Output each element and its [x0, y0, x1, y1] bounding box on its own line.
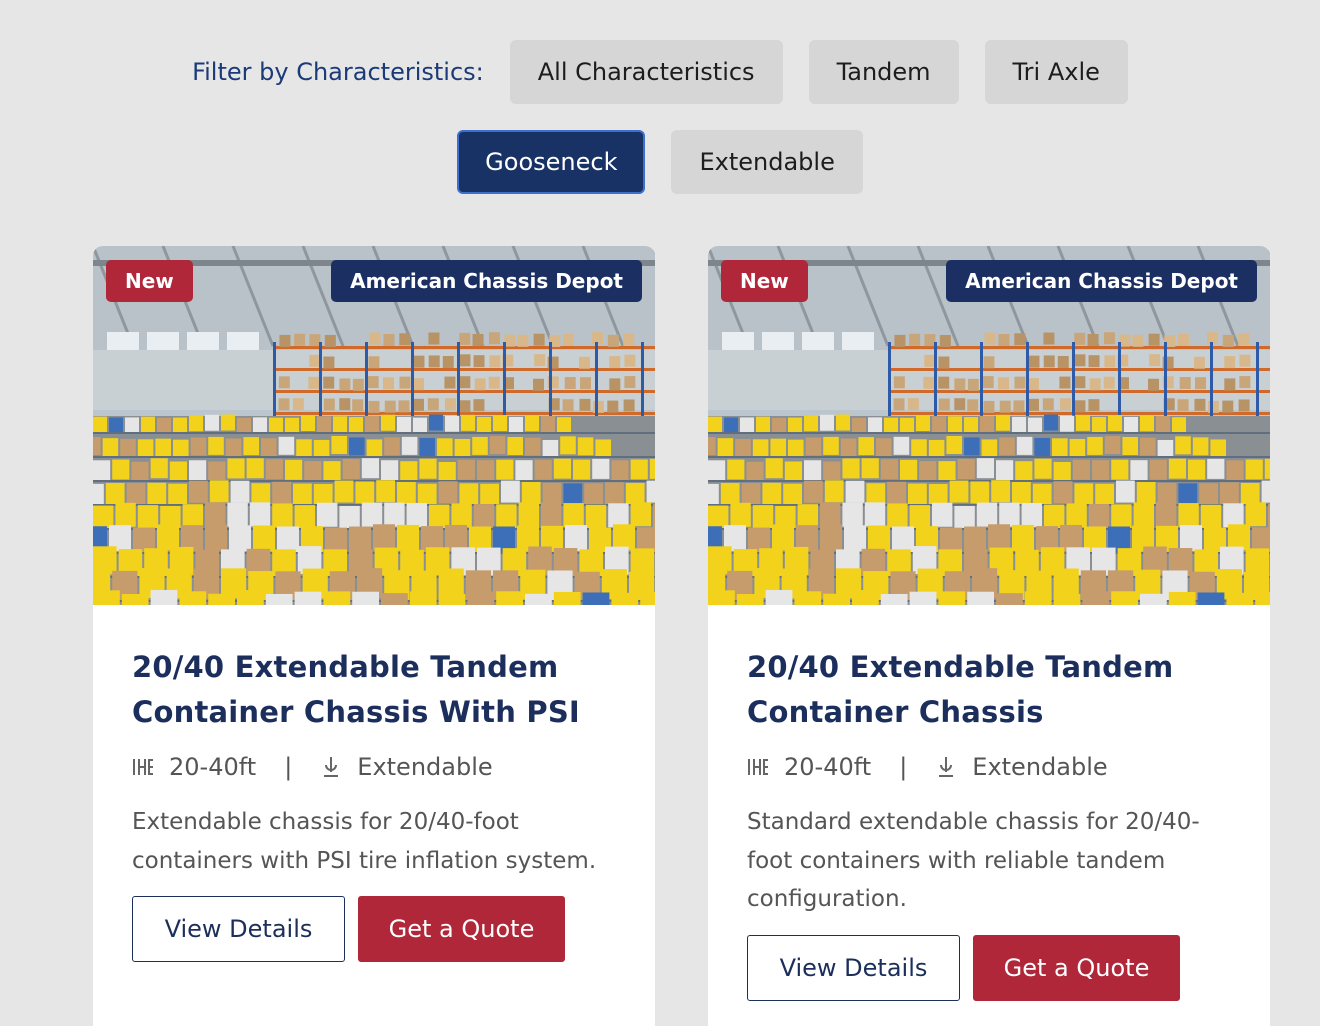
product-card: New American Chassis Depot 20/40 Extenda…: [93, 246, 655, 1026]
product-description: Standard extendable chassis for 20/40-fo…: [747, 809, 1200, 912]
view-details-button[interactable]: View Details: [132, 896, 345, 962]
spec-separator: |: [284, 753, 293, 781]
product-image[interactable]: New American Chassis Depot: [93, 246, 655, 605]
dealer-badge: American Chassis Depot: [946, 260, 1257, 302]
filter-chip-all[interactable]: All Characteristics: [509, 40, 783, 104]
spec-separator: |: [899, 753, 908, 781]
product-title[interactable]: 20/40 Extendable Tandem Container Chassi…: [747, 645, 1231, 735]
type-value: Extendable: [972, 753, 1108, 781]
length-value: 20-40ft: [169, 753, 257, 781]
card-actions: View Details Get a Quote: [747, 934, 1231, 1001]
filter-bar-row-2: Gooseneck Extendable: [0, 130, 1320, 194]
product-image[interactable]: New American Chassis Depot: [708, 246, 1270, 605]
filter-chip-extendable[interactable]: Extendable: [671, 130, 863, 194]
product-title[interactable]: 20/40 Extendable Tandem Container Chassi…: [132, 645, 616, 735]
product-card: New American Chassis Depot 20/40 Extenda…: [708, 246, 1270, 1026]
new-badge: New: [106, 260, 193, 302]
view-details-button[interactable]: View Details: [747, 934, 960, 1001]
filter-chip-tri-axle[interactable]: Tri Axle: [984, 40, 1128, 104]
filter-chip-gooseneck[interactable]: Gooseneck: [457, 130, 646, 194]
card-body: 20/40 Extendable Tandem Container Chassi…: [708, 605, 1270, 1001]
dealer-badge: American Chassis Depot: [331, 260, 642, 302]
extendable-icon: [935, 756, 957, 778]
axle-icon: [132, 756, 154, 778]
filter-label: Filter by Characteristics:: [192, 58, 484, 86]
type-value: Extendable: [357, 753, 493, 781]
card-actions: View Details Get a Quote: [132, 896, 616, 962]
card-body: 20/40 Extendable Tandem Container Chassi…: [93, 605, 655, 962]
filter-bar-row-1: Filter by Characteristics: All Character…: [0, 40, 1320, 104]
axle-icon: [747, 756, 769, 778]
new-badge: New: [721, 260, 808, 302]
product-specs: 20-40ft | Extendable: [747, 749, 1231, 785]
extendable-icon: [320, 756, 342, 778]
product-specs: 20-40ft | Extendable: [132, 749, 616, 785]
filter-chip-tandem[interactable]: Tandem: [808, 40, 959, 104]
product-description: Extendable chassis for 20/40-foot contai…: [132, 809, 597, 874]
get-quote-button[interactable]: Get a Quote: [358, 896, 565, 962]
length-value: 20-40ft: [784, 753, 872, 781]
get-quote-button[interactable]: Get a Quote: [973, 934, 1180, 1001]
